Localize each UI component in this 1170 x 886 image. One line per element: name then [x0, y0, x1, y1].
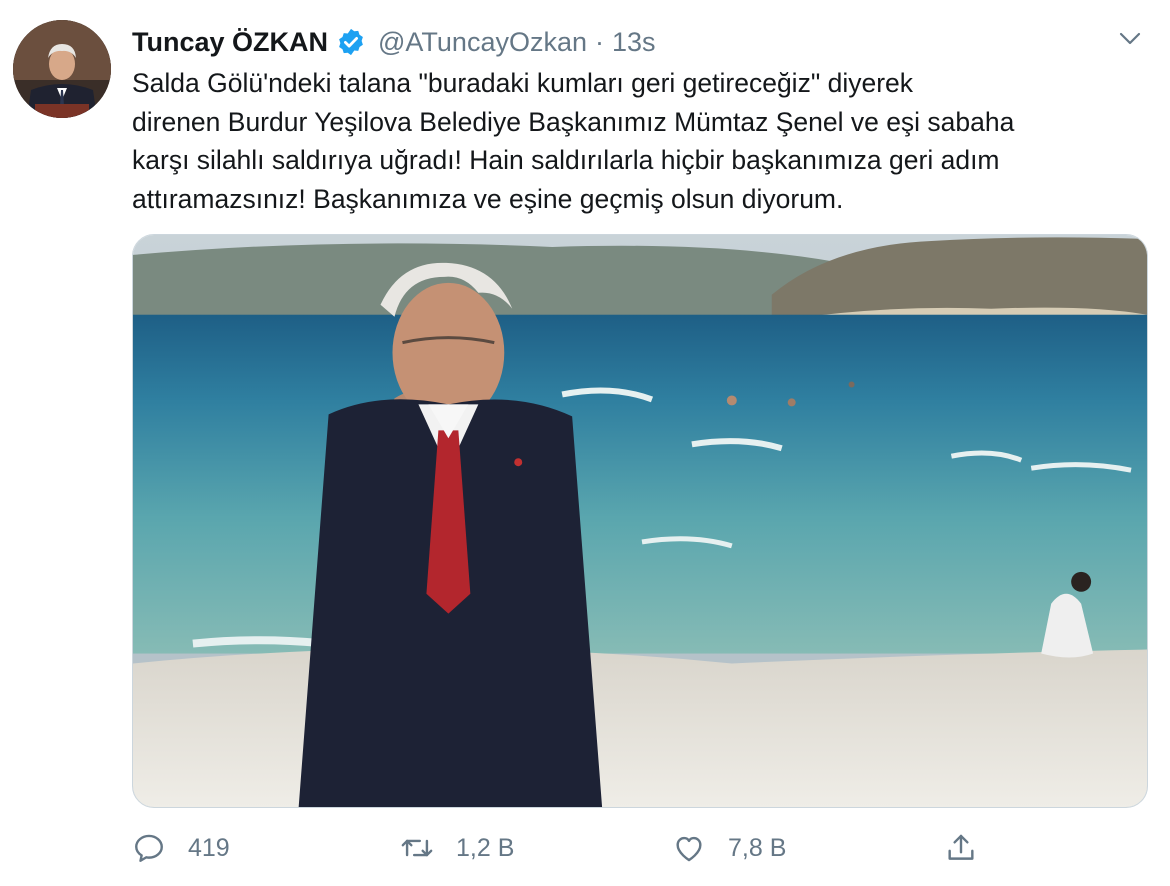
retweet-icon	[401, 839, 433, 857]
like-button[interactable]: 7,8 B	[672, 826, 786, 870]
verified-badge-icon	[336, 27, 366, 57]
author-avatar[interactable]	[13, 20, 111, 118]
heart-icon	[676, 836, 702, 862]
reply-button[interactable]: 419	[132, 826, 230, 870]
like-count: 7,8 B	[728, 833, 787, 862]
retweet-count: 1,2 B	[456, 833, 515, 862]
author-handle[interactable]: @ATuncayOzkan	[378, 27, 587, 58]
tweet-photo[interactable]	[132, 234, 1148, 808]
chevron-down-icon[interactable]	[1116, 26, 1144, 50]
lake-photo	[133, 235, 1147, 807]
tweet-timestamp[interactable]: 13s	[612, 27, 656, 58]
author-display-name[interactable]: Tuncay ÖZKAN	[132, 27, 328, 58]
retweet-button[interactable]: 1,2 B	[400, 826, 514, 870]
speech-bubble-icon	[135, 834, 163, 862]
tweet[interactable]: Tuncay ÖZKAN @ATuncayOzkan · 13s Salda G…	[0, 0, 1170, 886]
share-icon	[948, 834, 974, 860]
tweet-text: Salda Gölü'ndeki talana "buradaki kumlar…	[132, 68, 1015, 214]
tweet-actions: 419 1,2 B 7,8 B	[132, 826, 1132, 870]
tweet-header: Tuncay ÖZKAN @ATuncayOzkan · 13s	[132, 22, 656, 62]
share-button[interactable]	[944, 826, 978, 870]
reply-count: 419	[188, 833, 230, 862]
header-separator: ·	[595, 26, 605, 57]
avatar-photo	[13, 20, 111, 118]
